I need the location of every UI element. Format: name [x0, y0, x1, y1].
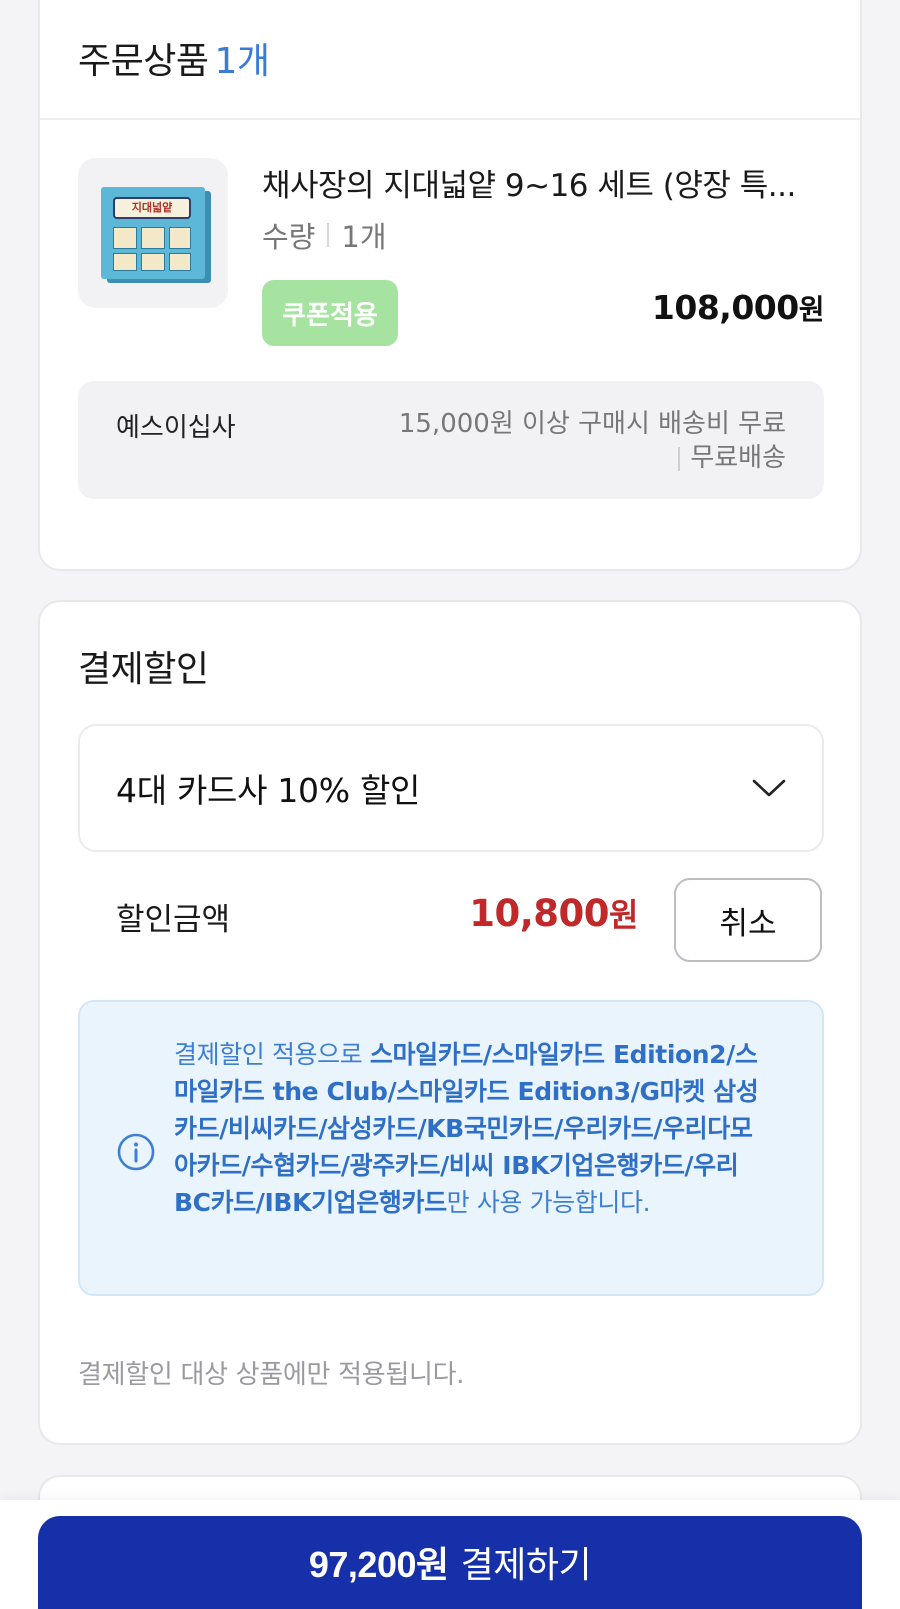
discount-amount-value: 10,800원	[469, 890, 638, 936]
book-set-image: 지대넓얕	[101, 187, 205, 279]
quantity-label: 수량	[262, 220, 316, 254]
divider	[40, 118, 860, 120]
shipping-fee-row: 무료배송	[399, 441, 786, 475]
quantity-value: 1개	[341, 220, 387, 254]
price-amount: 108,000	[651, 288, 799, 327]
seller-name: 예스이십사	[116, 413, 236, 443]
discount-amount-unit: 원	[609, 896, 638, 934]
shipping-condition: 15,000원 이상 구매시 배송비 무료	[398, 409, 786, 439]
order-section-title: 주문상품 1개	[78, 32, 270, 84]
selected-discount-option: 4대 카드사 10% 할인	[116, 771, 421, 810]
info-icon	[117, 1133, 155, 1171]
separator	[327, 223, 330, 247]
discount-amount-number: 10,800	[469, 892, 610, 935]
shipping-fee: 무료배송	[690, 443, 786, 473]
apply-coupon-button[interactable]: 쿠폰적용	[262, 280, 398, 346]
book-title-label: 지대넓얕	[113, 197, 191, 219]
product-price: 108,000원	[651, 288, 825, 328]
shipping-details: 15,000원 이상 구매시 배송비 무료 무료배송	[399, 407, 786, 475]
notice-prefix: 결제할인 적용으로	[174, 1040, 370, 1069]
discount-footnote: 결제할인 대상 상품에만 적용됩니다.	[78, 1360, 465, 1390]
discount-select-dropdown[interactable]: 4대 카드사 10% 할인	[78, 724, 824, 852]
payment-discount-card: 결제할인 4대 카드사 10% 할인 할인금액 10,800원 취소 결제할인 …	[38, 600, 862, 1445]
price-unit: 원	[798, 293, 825, 326]
order-products-card: 주문상품 1개 지대넓얕 채사장의 지대넓얕 9~16 세트 (양장 특... 수…	[38, 0, 862, 571]
order-count: 1개	[214, 41, 270, 82]
shipping-info-box: 예스이십사 15,000원 이상 구매시 배송비 무료 무료배송	[78, 381, 824, 499]
discount-section-title: 결제할인	[78, 649, 209, 690]
cancel-discount-button[interactable]: 취소	[674, 878, 822, 962]
chevron-down-icon	[752, 779, 786, 797]
pay-label: 결제하기	[460, 1544, 592, 1585]
pay-button[interactable]: 97,200원 결제하기	[38, 1516, 862, 1609]
discount-notice-box: 결제할인 적용으로 스마일카드/스마일카드 Edition2/스마일카드 the…	[78, 1000, 824, 1296]
notice-suffix: 만 사용 가능합니다.	[446, 1188, 651, 1217]
discount-amount-label: 할인금액	[116, 902, 231, 938]
discount-notice-text: 결제할인 적용으로 스마일카드/스마일카드 Edition2/스마일카드 the…	[174, 1036, 774, 1221]
order-title-text: 주문상품	[78, 41, 209, 82]
pay-amount: 97,200원	[308, 1544, 449, 1585]
separator	[678, 446, 681, 471]
product-thumbnail[interactable]: 지대넓얕	[78, 158, 228, 308]
product-name[interactable]: 채사장의 지대넓얕 9~16 세트 (양장 특...	[262, 160, 822, 205]
quantity-row: 수량 1개	[262, 214, 387, 256]
checkout-page: 주문상품 1개 지대넓얕 채사장의 지대넓얕 9~16 세트 (양장 특... 수…	[0, 0, 900, 1609]
bottom-pay-bar: 97,200원 결제하기	[0, 1500, 900, 1609]
